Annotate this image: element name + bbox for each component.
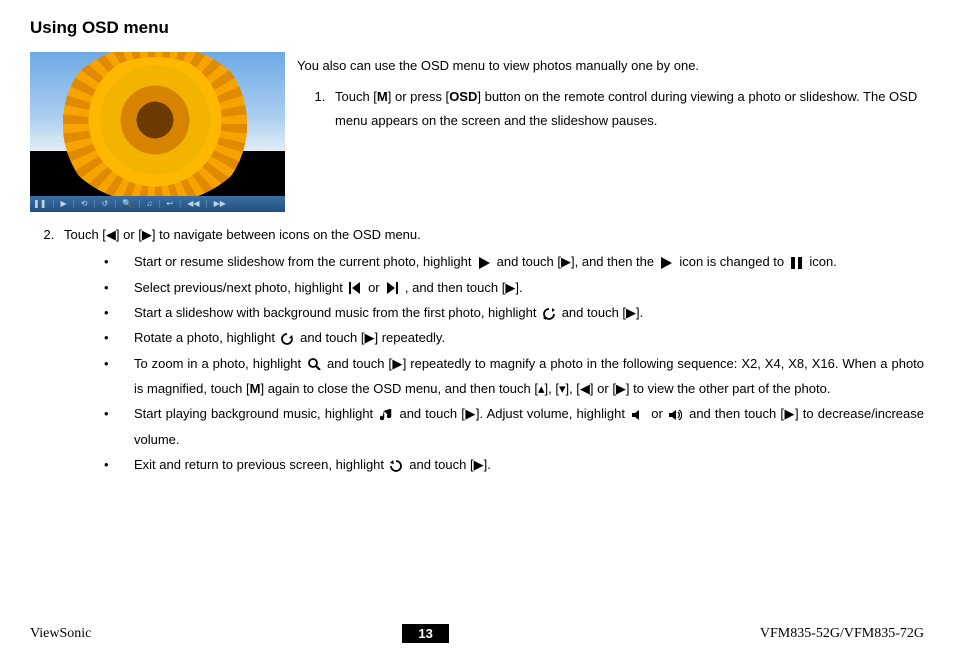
zoom-icon	[305, 358, 323, 370]
step-1: Touch [M] or press [OSD] button on the r…	[329, 85, 924, 134]
back-icon	[388, 460, 406, 472]
example-photo: ❚❚| ▶| ⟲| ↺| 🔍| ♫| ↩| ◀◀| ▶▶	[30, 52, 285, 212]
play-icon	[658, 257, 676, 269]
pause-icon	[788, 257, 806, 269]
footer-brand: ViewSonic	[30, 626, 91, 642]
intro-line: You also can use the OSD menu to view ph…	[297, 54, 924, 79]
step-2: Touch [◀] or [▶] to navigate between ico…	[58, 222, 924, 477]
page-footer: ViewSonic 13 VFM835-52G/VFM835-72G	[30, 624, 924, 643]
osd-toolbar-illustration: ❚❚| ▶| ⟲| ↺| 🔍| ♫| ↩| ◀◀| ▶▶	[30, 196, 285, 212]
step-list: Touch [◀] or [▶] to navigate between ico…	[30, 222, 924, 477]
bullet-music-volume: Start playing background music, highligh…	[104, 401, 924, 452]
previous-icon	[346, 282, 364, 294]
intro-text: You also can use the OSD menu to view ph…	[297, 52, 924, 212]
volume-up-icon	[667, 409, 685, 421]
refresh-icon	[540, 308, 558, 320]
footer-model: VFM835-52G/VFM835-72G	[760, 626, 924, 642]
bullet-zoom: To zoom in a photo, highlight and touch …	[104, 351, 924, 402]
bullet-slideshow: Start or resume slideshow from the curre…	[104, 249, 924, 274]
page-heading: Using OSD menu	[30, 18, 924, 38]
play-icon	[475, 257, 493, 269]
bullet-rotate: Rotate a photo, highlight and touch [▶] …	[104, 325, 924, 350]
top-row: ❚❚| ▶| ⟲| ↺| 🔍| ♫| ↩| ◀◀| ▶▶ You also ca…	[30, 52, 924, 212]
page-number: 13	[402, 624, 448, 643]
bullet-bgmusic-slideshow: Start a slideshow with background music …	[104, 300, 924, 325]
music-icon	[377, 409, 395, 421]
bullet-prev-next: Select previous/next photo, highlight or…	[104, 275, 924, 300]
volume-down-icon	[629, 409, 647, 421]
rotate-icon	[279, 333, 297, 345]
bullet-exit: Exit and return to previous screen, high…	[104, 452, 924, 477]
next-icon	[383, 282, 401, 294]
